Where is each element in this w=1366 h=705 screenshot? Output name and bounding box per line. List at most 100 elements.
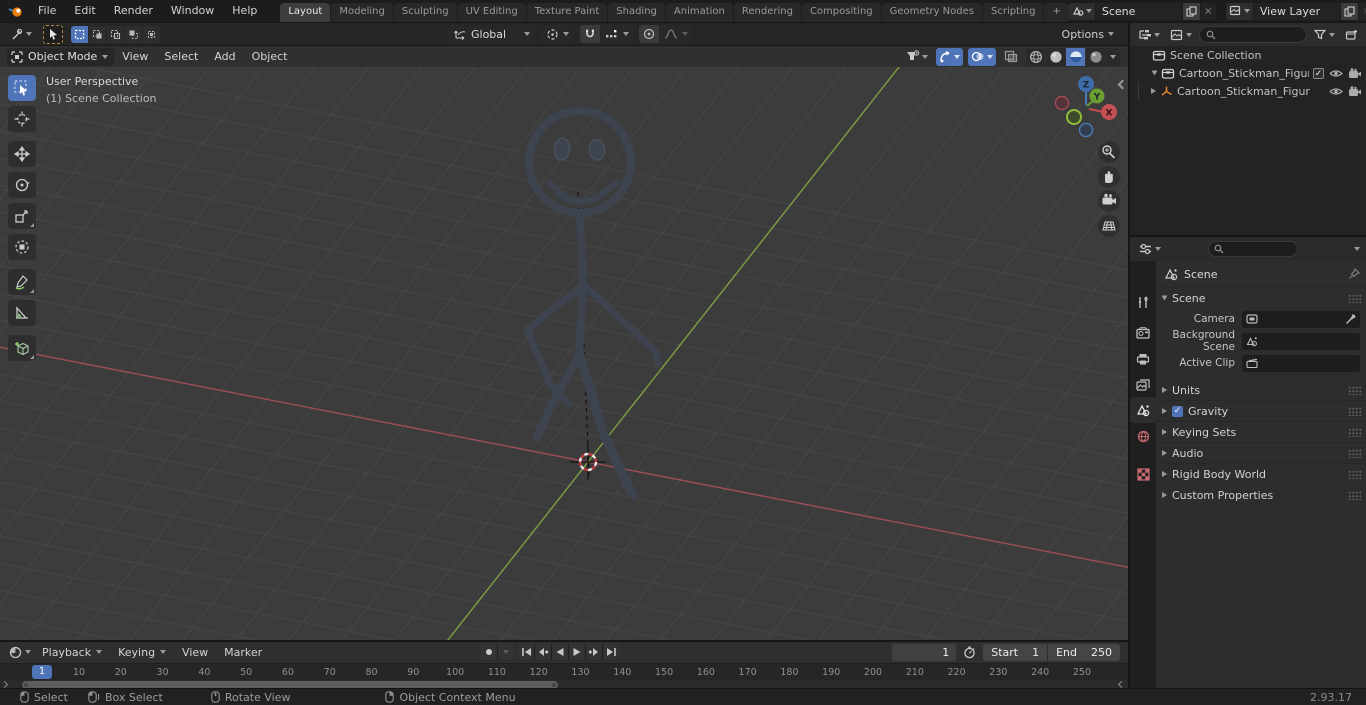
tool-cursor[interactable]: [8, 106, 36, 132]
tab-output[interactable]: [1130, 346, 1156, 372]
navigation-gizmo[interactable]: Z Y X: [1054, 76, 1118, 138]
workspace-tab-modeling[interactable]: Modeling: [331, 3, 393, 22]
tool-rotate[interactable]: [8, 172, 36, 198]
outliner-row-collection[interactable]: Cartoon_Stickman_Figure_Wa ✓: [1130, 64, 1366, 82]
tab-render[interactable]: [1130, 320, 1156, 346]
select-mode-new[interactable]: [71, 25, 88, 43]
keying-options-dropdown[interactable]: [498, 643, 514, 660]
zoom-button[interactable]: [1098, 141, 1120, 163]
proportional-falloff-dropdown[interactable]: [660, 25, 693, 43]
new-collection-button[interactable]: [1342, 26, 1361, 44]
hide-eye-icon[interactable]: [1329, 86, 1343, 97]
properties-search-input[interactable]: [1208, 241, 1298, 257]
viewport-3d[interactable]: Z Y X User Perspective (1) Scene Collect…: [0, 67, 1128, 640]
eyedropper-icon[interactable]: [1345, 313, 1356, 325]
panel-custom-properties[interactable]: Custom Properties: [1156, 484, 1366, 505]
scene-name-field[interactable]: Scene: [1095, 2, 1182, 20]
outliner-row-object[interactable]: Cartoon_Stickman_Figur: [1130, 82, 1366, 100]
background-scene-field[interactable]: [1242, 332, 1360, 350]
properties-options-dropdown[interactable]: [1354, 247, 1360, 251]
workspace-tab-uv-editing[interactable]: UV Editing: [457, 3, 526, 22]
timeline-editor-type-button[interactable]: [6, 643, 34, 661]
panel-scene-header[interactable]: Scene: [1156, 287, 1366, 308]
tab-world[interactable]: [1130, 423, 1156, 449]
tab-texture[interactable]: [1130, 461, 1156, 487]
pin-icon[interactable]: [1348, 268, 1360, 280]
active-clip-field[interactable]: [1242, 354, 1360, 372]
outliner-row-scene-collection[interactable]: Scene Collection: [1130, 46, 1366, 64]
tool-select-box[interactable]: [8, 75, 36, 101]
tab-tool[interactable]: [1130, 289, 1156, 315]
menu-file[interactable]: File: [29, 0, 65, 22]
scene-browse-button[interactable]: [1068, 2, 1095, 20]
editor-type-button[interactable]: [7, 25, 35, 43]
start-frame-field[interactable]: Start 1: [983, 643, 1048, 661]
shading-rendered-button[interactable]: [1086, 47, 1105, 66]
workspace-tab-shading[interactable]: Shading: [608, 3, 665, 22]
outliner-display-mode-button[interactable]: [1167, 26, 1195, 44]
shading-material-button[interactable]: [1066, 47, 1085, 66]
pivot-point-dropdown[interactable]: [541, 25, 575, 43]
perspective-toggle-button[interactable]: [1098, 215, 1120, 237]
axis-neg-z-ball[interactable]: [1078, 122, 1094, 138]
object-expand-arrow[interactable]: [1151, 88, 1156, 94]
xray-toggle[interactable]: [1001, 48, 1021, 66]
object-visibility-dropdown[interactable]: [903, 48, 931, 66]
menu-window[interactable]: Window: [162, 0, 223, 22]
tool-measure[interactable]: [8, 300, 36, 326]
workspace-tab-sculpting[interactable]: Sculpting: [393, 3, 457, 22]
panel-units[interactable]: Units: [1156, 379, 1366, 400]
collection-expand-arrow[interactable]: [1151, 70, 1158, 76]
menu-select[interactable]: Select: [156, 50, 206, 63]
timeline-menu-view[interactable]: View: [174, 646, 216, 659]
view-layer-name-field[interactable]: View Layer: [1253, 2, 1340, 20]
panel-gravity[interactable]: ✓ Gravity: [1156, 400, 1366, 421]
workspace-tab-scripting[interactable]: Scripting: [983, 3, 1044, 22]
axis-neg-x-ball[interactable]: [1054, 95, 1070, 111]
timeline-menu-marker[interactable]: Marker: [216, 646, 270, 659]
mode-selector[interactable]: Object Mode: [7, 47, 115, 66]
select-mode-extend[interactable]: [89, 25, 106, 43]
timeline-menu-playback[interactable]: Playback: [34, 646, 110, 659]
snap-target-dropdown[interactable]: [601, 25, 634, 43]
menu-help[interactable]: Help: [223, 0, 266, 22]
view-layer-browse-button[interactable]: [1225, 2, 1253, 20]
timeline-menu-keying[interactable]: Keying: [110, 646, 174, 659]
workspace-tab--[interactable]: +: [1044, 3, 1069, 22]
workspace-tab-rendering[interactable]: Rendering: [733, 3, 801, 22]
scene-unlink-button[interactable]: ×: [1200, 2, 1216, 20]
outliner-editor-type-button[interactable]: [1135, 26, 1163, 44]
menu-render[interactable]: Render: [105, 0, 162, 22]
tab-scene[interactable]: [1130, 397, 1156, 423]
next-keyframe-button[interactable]: [586, 643, 602, 660]
outliner-filter-button[interactable]: [1311, 26, 1338, 44]
jump-to-end-button[interactable]: [603, 643, 619, 660]
overlays-toggle[interactable]: [968, 47, 996, 66]
menu-add[interactable]: Add: [206, 50, 243, 63]
use-preview-range-button[interactable]: [960, 643, 979, 661]
workspace-tab-texture-paint[interactable]: Texture Paint: [526, 3, 608, 22]
shading-options-dropdown[interactable]: [1106, 47, 1120, 66]
menu-object[interactable]: Object: [244, 50, 296, 63]
tool-add-cube[interactable]: [8, 335, 36, 361]
properties-editor-type-button[interactable]: [1136, 240, 1164, 258]
menu-edit[interactable]: Edit: [65, 0, 104, 22]
tool-annotate[interactable]: [8, 269, 36, 295]
tool-move[interactable]: [8, 141, 36, 167]
scrollbar-collapse-icon[interactable]: [1117, 680, 1126, 689]
play-reverse-button[interactable]: [552, 643, 568, 660]
tool-scale[interactable]: [8, 203, 36, 229]
transform-orientation-dropdown[interactable]: Global: [449, 25, 536, 43]
workspace-tab-geometry-nodes[interactable]: Geometry Nodes: [881, 3, 982, 22]
timeline-ruler[interactable]: 1 10 20 30 40 50 60 70 80 90 100 110 120 130 140 150 16…: [0, 663, 1128, 680]
gravity-checkbox[interactable]: ✓: [1172, 405, 1183, 417]
disable-render-camera-icon[interactable]: [1348, 85, 1362, 97]
workspace-tab-layout[interactable]: Layout: [280, 3, 331, 22]
menu-view[interactable]: View: [114, 50, 156, 63]
tool-transform[interactable]: [8, 234, 36, 260]
end-frame-field[interactable]: End 250: [1048, 643, 1120, 661]
select-mode-subtract[interactable]: [107, 25, 124, 43]
play-button[interactable]: [569, 643, 585, 660]
current-frame-badge[interactable]: 1: [32, 665, 52, 679]
active-tool-indicator[interactable]: [43, 24, 63, 44]
